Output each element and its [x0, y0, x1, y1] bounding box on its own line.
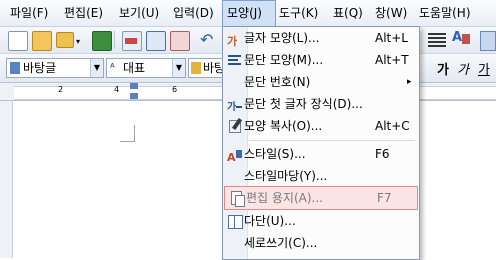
- page-setup-icon: [229, 190, 245, 207]
- menu-item-shortcut: F7: [377, 191, 392, 205]
- menu-item-label: 편집 용지(A)...: [246, 191, 323, 205]
- page-margin-corner: [120, 125, 135, 142]
- font-shape-value: 대표: [123, 61, 146, 75]
- menu-item-style-gallery[interactable]: 스타일마당(Y)...: [223, 165, 419, 187]
- font-combo-value: 바탕: [203, 61, 223, 75]
- ruler-tick-label: 6: [172, 85, 178, 94]
- menu-item-paragraph-shape[interactable]: 문단 모양(M)... Alt+T: [223, 49, 419, 71]
- print-preview-icon[interactable]: [146, 31, 166, 51]
- menu-item-copy-format[interactable]: 모양 복사(O)... Alt+C: [223, 115, 419, 137]
- underline-button[interactable]: 가: [478, 59, 490, 78]
- fax-icon[interactable]: [170, 31, 190, 51]
- menu-item-label: 문단 첫 글자 장식(D)...: [244, 97, 363, 111]
- paragraph-shape-icon[interactable]: [480, 31, 496, 51]
- format-painter-icon: [227, 117, 243, 134]
- new-document-icon[interactable]: [8, 31, 28, 51]
- style-icon: A: [227, 146, 243, 164]
- style-combo[interactable]: 바탕글 ▼: [6, 58, 104, 78]
- char-shape-icon[interactable]: A: [452, 30, 462, 45]
- menu-item-label: 문단 모양(M)...: [244, 53, 324, 67]
- font-shape-icon: ᴬ: [110, 61, 115, 74]
- menu-item-paragraph-numbering[interactable]: 문단 번호(N) ▸: [223, 71, 419, 93]
- menu-item-label: 스타일(S)...: [244, 147, 306, 161]
- print-icon[interactable]: [122, 31, 142, 51]
- menu-insert[interactable]: 입력(D): [173, 0, 214, 26]
- menu-item-shortcut: Alt+T: [375, 53, 409, 67]
- truetype-icon: [191, 62, 201, 74]
- ruler-tick-label: 2: [58, 85, 64, 94]
- menu-item-shortcut: Alt+L: [375, 31, 408, 45]
- menu-item-drop-cap[interactable]: 가 문단 첫 글자 장식(D)...: [223, 93, 419, 115]
- menu-item-label: 다단(U)...: [244, 214, 296, 228]
- menu-item-columns[interactable]: 다단(U)...: [223, 210, 419, 232]
- paragraph-shape-icon: [227, 52, 243, 68]
- menu-file[interactable]: 파일(F): [10, 0, 48, 26]
- columns-icon: [227, 213, 243, 229]
- font-combo[interactable]: 바탕: [188, 58, 223, 78]
- bold-button[interactable]: 가: [437, 59, 449, 78]
- style-combo-value: 바탕글: [23, 61, 57, 75]
- new-folder-icon[interactable]: [32, 31, 52, 51]
- align-justify-icon[interactable]: [428, 31, 446, 49]
- menu-edit[interactable]: 편집(E): [64, 0, 103, 26]
- char-shape-accent: [462, 34, 470, 44]
- style-icon: [10, 62, 20, 74]
- undo-icon[interactable]: ↶: [200, 30, 213, 49]
- menu-item-style[interactable]: A 스타일(S)... F6: [223, 143, 419, 165]
- menu-item-vertical-writing[interactable]: 세로쓰기(C)...: [223, 232, 419, 254]
- ruler-tick-label: 4: [114, 85, 120, 94]
- menu-format[interactable]: 모양(J): [222, 0, 276, 26]
- menu-help[interactable]: 도움말(H): [419, 0, 471, 26]
- menu-tools[interactable]: 도구(K): [279, 0, 318, 26]
- menu-item-label: 모양 복사(O)...: [244, 119, 323, 133]
- drop-cap-icon: 가: [227, 96, 243, 113]
- save-icon[interactable]: [92, 31, 112, 51]
- chevron-down-icon[interactable]: ▼: [172, 59, 185, 77]
- indent-top-marker[interactable]: [130, 83, 138, 89]
- menu-item-shortcut: F6: [375, 147, 390, 161]
- chevron-down-icon[interactable]: ▼: [90, 59, 103, 77]
- toolbar-separator: [114, 31, 115, 49]
- menu-bar: 파일(F) 편집(E) 보기(U) 입력(D) 모양(J) 도구(K) 표(Q)…: [0, 0, 496, 27]
- menu-item-label: 문단 번호(N): [244, 75, 311, 89]
- submenu-arrow-icon: ▸: [407, 77, 412, 87]
- menu-item-char-shape[interactable]: 가 글자 모양(L)... Alt+L: [223, 27, 419, 49]
- menu-table[interactable]: 표(Q): [333, 0, 363, 26]
- left-margin-strip: [0, 101, 13, 258]
- menu-item-shortcut: Alt+C: [375, 119, 410, 133]
- menu-item-label: 스타일마당(Y)...: [244, 169, 328, 183]
- format-menu-dropdown: 가 글자 모양(L)... Alt+L 문단 모양(M)... Alt+T 문단…: [222, 26, 420, 260]
- menu-separator: [249, 140, 415, 141]
- menu-item-page-setup[interactable]: 편집 용지(A)... F7: [224, 186, 418, 210]
- char-shape-icon: 가: [227, 35, 238, 48]
- menu-view[interactable]: 보기(U): [119, 0, 159, 26]
- menu-window[interactable]: 창(W): [375, 0, 407, 26]
- menu-item-label: 세로쓰기(C)...: [244, 236, 318, 250]
- open-dropdown-icon[interactable]: ▾: [76, 37, 80, 46]
- menu-item-label: 글자 모양(L)...: [244, 31, 320, 45]
- indent-bottom-marker[interactable]: [130, 93, 138, 99]
- open-icon[interactable]: [56, 32, 74, 48]
- italic-button[interactable]: 가: [457, 59, 469, 78]
- font-shape-combo[interactable]: ᴬ 대표 ▼: [106, 58, 186, 78]
